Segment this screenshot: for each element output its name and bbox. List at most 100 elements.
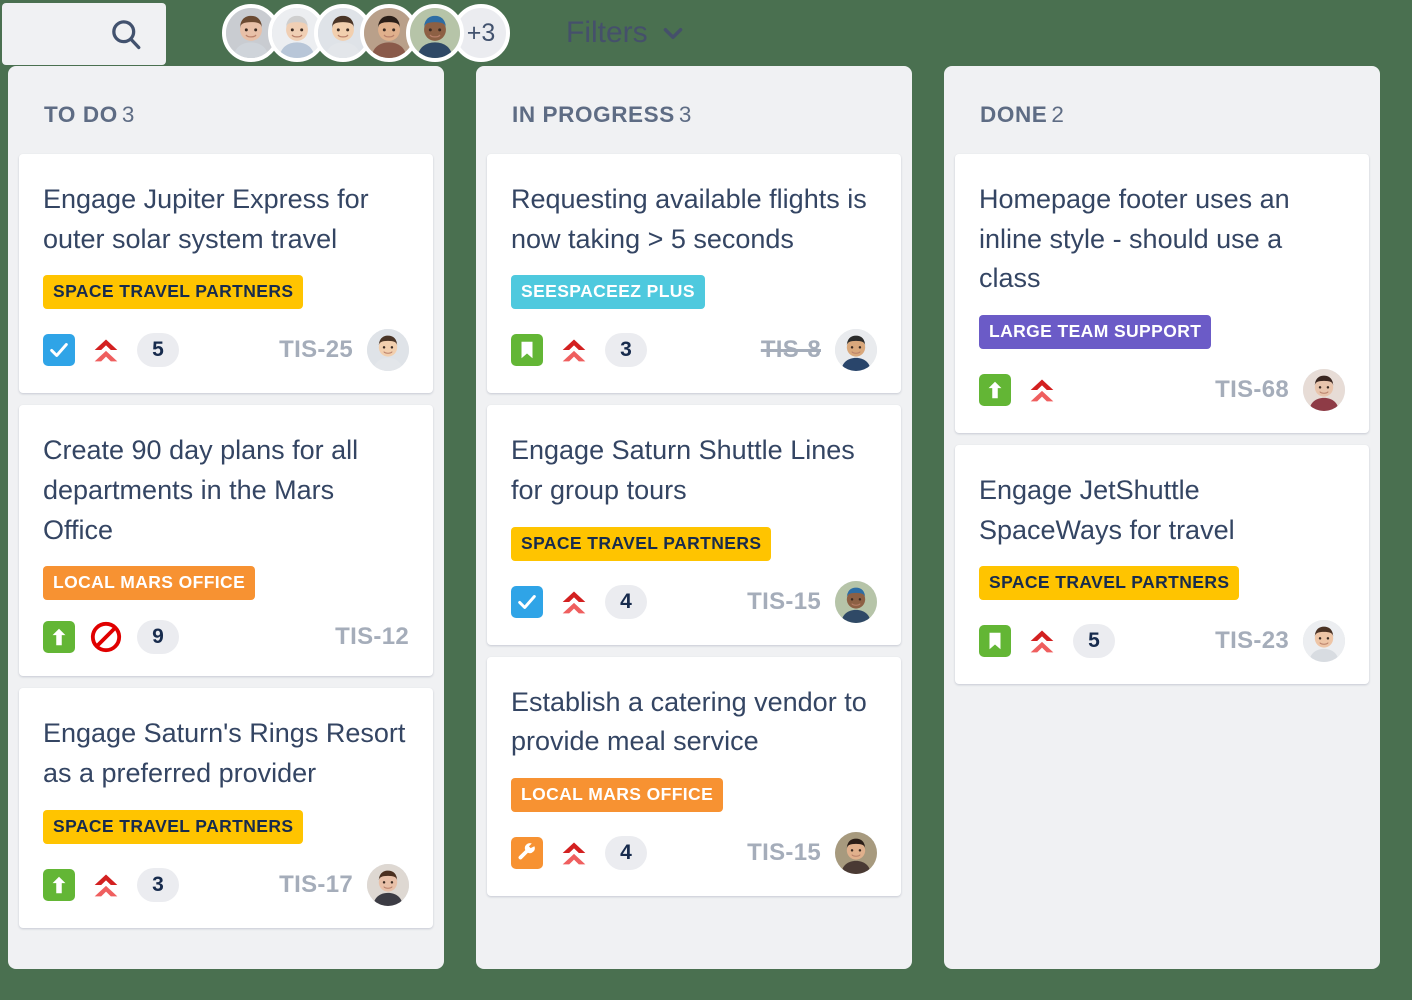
issue-meta-right: TIS-23: [1215, 620, 1345, 663]
assignee-avatar[interactable]: [835, 832, 877, 875]
priority-highest-icon: [557, 585, 591, 619]
issue-card[interactable]: Engage Jupiter Express for outer solar s…: [19, 154, 433, 394]
filters-label: Filters: [566, 16, 648, 49]
issue-title: Engage Saturn Shuttle Lines for group to…: [511, 435, 855, 506]
issue-meta-right: TIS-15: [747, 580, 877, 623]
story-bookmark-icon[interactable]: [511, 334, 543, 367]
improvement-arrow-icon[interactable]: [979, 374, 1011, 407]
task-check-icon[interactable]: [43, 334, 75, 367]
assignee-avatar[interactable]: [1303, 369, 1345, 412]
story-point-estimate[interactable]: 5: [1073, 624, 1115, 659]
issue-key[interactable]: TIS-15: [747, 588, 821, 616]
epic-badge[interactable]: SPACE TRAVEL PARTNERS: [43, 809, 304, 844]
board-column-done: DONE 2 Homepage footer uses an inline styl…: [944, 66, 1380, 969]
issue-title: Create 90 day plans for all departments …: [43, 435, 359, 545]
priority-highest-icon: [557, 333, 591, 367]
story-point-estimate[interactable]: 4: [605, 836, 647, 871]
assignee-avatar[interactable]: [367, 329, 409, 372]
issue-card[interactable]: Establish a catering vendor to provide m…: [487, 656, 901, 897]
task-check-icon[interactable]: [511, 585, 543, 618]
column-count: 2: [1051, 102, 1064, 127]
epic-badge[interactable]: SPACE TRAVEL PARTNERS: [511, 526, 772, 561]
issue-card[interactable]: Create 90 day plans for all departments …: [19, 405, 433, 677]
blocker-icon: [89, 620, 123, 654]
issue-key[interactable]: TIS-25: [279, 336, 353, 364]
epic-badge[interactable]: SPACE TRAVEL PARTNERS: [43, 275, 304, 310]
chevron-down-icon: [660, 20, 686, 46]
issue-card[interactable]: Engage Saturn's Rings Resort as a prefer…: [19, 688, 433, 928]
issue-meta-right: TIS-68: [1215, 369, 1345, 412]
assignee-avatar[interactable]: [835, 580, 877, 623]
epic-badge[interactable]: LOCAL MARS OFFICE: [511, 778, 724, 813]
avatar-group[interactable]: +3: [222, 4, 510, 62]
column-header: DONE 2: [944, 66, 1380, 154]
issue-card-footer: 9 TIS-12: [43, 620, 409, 655]
issue-card[interactable]: Engage JetShuttle SpaceWays for travel SP…: [955, 445, 1369, 685]
story-bookmark-icon[interactable]: [979, 625, 1011, 658]
issue-card[interactable]: Engage Saturn Shuttle Lines for group to…: [487, 405, 901, 645]
issue-key[interactable]: TIS-68: [1215, 376, 1289, 404]
issue-meta-right: TIS-8: [761, 329, 877, 372]
epic-badge[interactable]: SPACE TRAVEL PARTNERS: [979, 566, 1240, 601]
issue-card-footer: 5 TIS-25: [43, 329, 409, 372]
column-header: TO DO 3: [8, 66, 444, 154]
story-point-estimate[interactable]: 4: [605, 584, 647, 619]
bug-wrench-icon[interactable]: [511, 837, 543, 870]
issue-card-footer: 5 TIS-23: [979, 620, 1345, 663]
issue-title: Engage Saturn's Rings Resort as a prefer…: [43, 718, 406, 789]
assignee-avatar[interactable]: [367, 863, 409, 906]
story-point-estimate[interactable]: 3: [605, 333, 647, 368]
assignee-avatar[interactable]: [1303, 620, 1345, 663]
issue-title: Establish a catering vendor to provide m…: [511, 686, 867, 757]
epic-badge[interactable]: SEESPACEEZ PLUS: [511, 275, 705, 310]
priority-highest-icon: [1025, 373, 1059, 407]
priority-highest-icon: [89, 333, 123, 367]
epic-badge[interactable]: LOCAL MARS OFFICE: [43, 566, 256, 601]
issue-card[interactable]: Requesting available flights is now taki…: [487, 154, 901, 394]
issue-title: Requesting available flights is now taki…: [511, 184, 867, 254]
issue-meta-left: 5: [43, 333, 179, 368]
issue-meta-left: 4: [511, 836, 647, 871]
issue-key[interactable]: TIS-17: [279, 871, 353, 899]
issue-title: Engage JetShuttle SpaceWays for travel: [979, 475, 1235, 545]
issue-card-footer: 4 TIS-15: [511, 580, 877, 623]
issue-key[interactable]: TIS-12: [335, 623, 409, 651]
story-point-estimate[interactable]: 9: [137, 620, 179, 655]
issue-key[interactable]: TIS-8: [761, 336, 821, 364]
issue-card-footer: 4 TIS-15: [511, 832, 877, 875]
issue-key[interactable]: TIS-15: [747, 839, 821, 867]
issue-meta-left: 5: [979, 624, 1115, 659]
board-column-todo: TO DO 3 Engage Jupiter Express for outer s…: [8, 66, 444, 969]
search-icon: [108, 16, 144, 52]
improvement-arrow-icon[interactable]: [43, 621, 75, 654]
issue-meta-left: 9: [43, 620, 179, 655]
issue-title: Engage Jupiter Express for outer solar s…: [43, 184, 369, 254]
priority-highest-icon: [1025, 624, 1059, 658]
issue-card-footer: 3 TIS-8: [511, 329, 877, 372]
column-header: IN PROGRESS 3: [476, 66, 912, 154]
issue-meta-left: 4: [511, 584, 647, 619]
column-title: DONE: [980, 102, 1048, 127]
issue-meta-right: TIS-15: [747, 832, 877, 875]
assignee-avatar[interactable]: [835, 329, 877, 372]
column-title: IN PROGRESS: [512, 102, 675, 127]
avatar[interactable]: [406, 4, 464, 62]
column-count: 3: [678, 102, 692, 127]
filters-button[interactable]: Filters: [566, 16, 686, 50]
issue-card[interactable]: Homepage footer uses an inline style - s…: [955, 154, 1369, 434]
issue-key[interactable]: TIS-23: [1215, 627, 1289, 655]
search-input[interactable]: [2, 3, 166, 65]
priority-highest-icon: [89, 868, 123, 902]
board-column-in-progress: IN PROGRESS 3 Requesting available flights…: [476, 66, 912, 969]
priority-highest-icon: [557, 836, 591, 870]
improvement-arrow-icon[interactable]: [43, 868, 75, 901]
story-point-estimate[interactable]: 3: [137, 867, 179, 902]
epic-badge[interactable]: LARGE TEAM SUPPORT: [979, 315, 1212, 350]
issue-meta-right: TIS-25: [279, 329, 409, 372]
issue-meta-right: TIS-12: [335, 623, 409, 651]
kanban-board: TO DO 3 Engage Jupiter Express for outer s…: [0, 66, 1412, 969]
column-count: 3: [121, 102, 135, 127]
issue-card-footer: TIS-68: [979, 369, 1345, 412]
story-point-estimate[interactable]: 5: [137, 333, 179, 368]
issue-meta-left: [979, 373, 1059, 407]
